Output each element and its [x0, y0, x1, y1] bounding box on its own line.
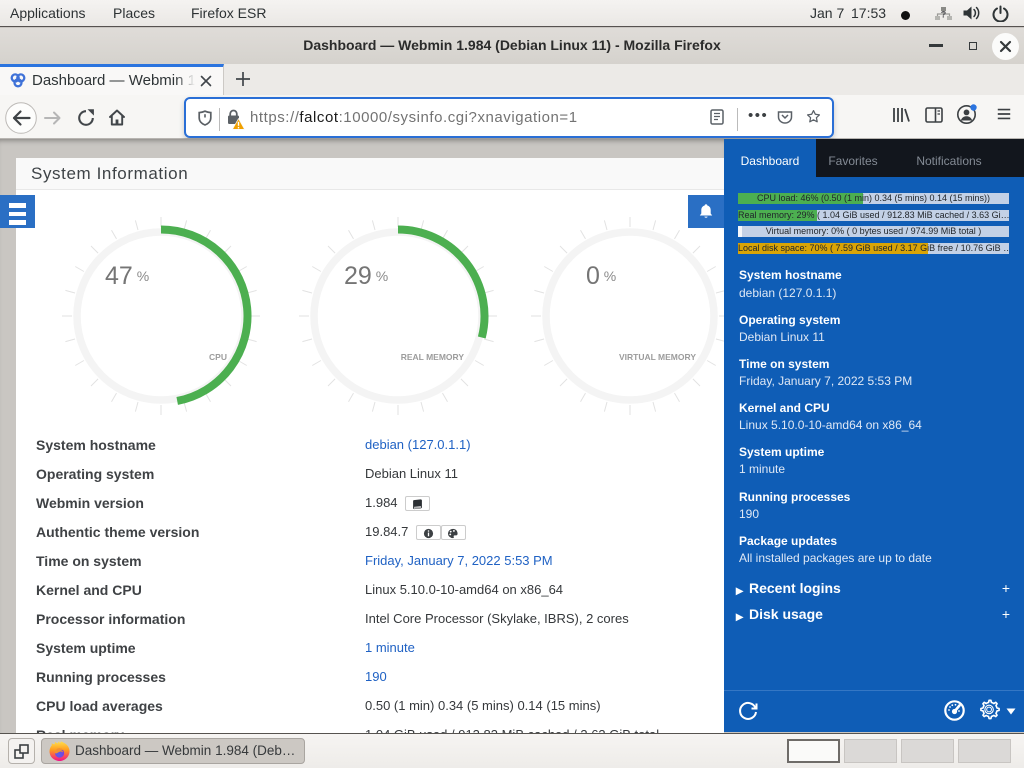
svg-text:?: ? [941, 10, 947, 20]
